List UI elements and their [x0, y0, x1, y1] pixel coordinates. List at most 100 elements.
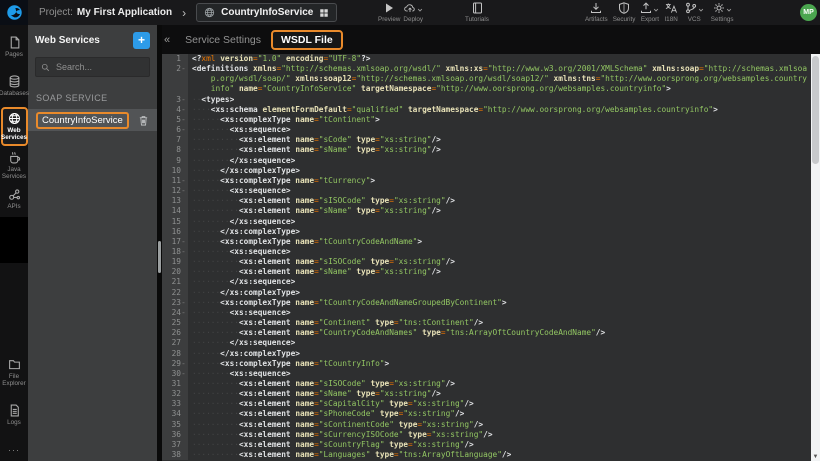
fold-toggle-icon[interactable]: - — [181, 64, 186, 94]
toolbar-button-vcs[interactable]: VCS — [685, 2, 704, 23]
code-text[interactable]: ··········<xs:element name="sCurrencyISO… — [188, 430, 811, 440]
service-search-box[interactable] — [35, 57, 150, 77]
sidebar-item-web-services[interactable]: Web Services — [1, 107, 28, 146]
code-text[interactable]: ······<xs:complexType name="tCurrency"> — [188, 176, 811, 186]
code-text[interactable]: ········<xs:sequence> — [188, 247, 811, 257]
code-text[interactable]: ··········<xs:element name="sISOCode" ty… — [188, 257, 811, 267]
code-line: 10······</xs:complexType> — [162, 166, 811, 176]
scrollbar-arrow-icon[interactable]: ▼ — [811, 454, 820, 460]
code-text[interactable]: ··········<xs:element name="sContinentCo… — [188, 420, 811, 430]
code-text[interactable]: ······<xs:complexType name="tCountryCode… — [188, 298, 811, 308]
active-service-name: CountryInfoService — [221, 7, 313, 18]
code-text[interactable]: ······<xs:complexType name="tCountryCode… — [188, 237, 811, 247]
splitter-handle[interactable] — [158, 241, 161, 273]
toolbar-button-label: Security — [613, 16, 636, 23]
active-service-tab[interactable]: CountryInfoService — [196, 3, 337, 22]
scrollbar-thumb[interactable] — [812, 56, 819, 164]
add-service-button[interactable]: + — [133, 32, 150, 49]
fold-toggle-icon[interactable]: - — [181, 95, 186, 105]
sidebar-item-java-services[interactable]: Java Services — [0, 148, 28, 183]
code-line: 16······</xs:complexType> — [162, 227, 811, 237]
fold-toggle-icon[interactable]: - — [181, 369, 186, 379]
code-text[interactable]: ········</xs:sequence> — [188, 338, 811, 348]
toolbar-button-tutorials[interactable]: Tutorials — [465, 2, 489, 23]
code-text[interactable]: <definitions xmlns="http://schemas.xmlso… — [188, 64, 811, 94]
code-text[interactable]: ··········<xs:element name="sISOCode" ty… — [188, 196, 811, 206]
code-text[interactable]: ··········<xs:element name="sName" type=… — [188, 267, 811, 277]
code-text[interactable]: ····<xs:schema elementFormDefault="quali… — [188, 105, 811, 115]
editor-scrollbar[interactable]: ▼ — [811, 54, 820, 461]
code-text[interactable]: ··········<xs:element name="Continent" t… — [188, 318, 811, 328]
code-text[interactable]: ··········<xs:element name="sCapitalCity… — [188, 399, 811, 409]
code-text[interactable]: ········<xs:sequence> — [188, 308, 811, 318]
code-text[interactable]: ······</xs:complexType> — [188, 227, 811, 237]
code-text[interactable]: ··········<xs:element name="sName" type=… — [188, 389, 811, 399]
toolbar-button-artifacts[interactable]: Artifacts — [585, 2, 608, 23]
app-logo-icon[interactable] — [0, 0, 28, 25]
soap-service-name[interactable]: CountryInfoService — [36, 112, 129, 129]
fold-toggle-icon[interactable]: - — [181, 308, 186, 318]
code-text[interactable]: ······<xs:complexType name="tCountryInfo… — [188, 359, 811, 369]
fold-toggle-icon[interactable]: - — [181, 115, 186, 125]
code-text[interactable]: ··········<xs:element name="sName" type=… — [188, 145, 811, 155]
code-text[interactable]: <?xml version="1.0" encoding="UTF-8"?> — [188, 54, 811, 64]
user-avatar[interactable]: MP — [800, 4, 817, 21]
code-text[interactable]: ········</xs:sequence> — [188, 277, 811, 287]
code-text[interactable]: ········<xs:sequence> — [188, 369, 811, 379]
code-text[interactable]: ········<xs:sequence> — [188, 125, 811, 135]
code-text[interactable]: ········</xs:sequence> — [188, 217, 811, 227]
code-text[interactable]: ······</xs:complexType> — [188, 349, 811, 359]
code-text[interactable]: ··········<xs:element name="sName" type=… — [188, 206, 811, 216]
code-text[interactable]: ········</xs:sequence> — [188, 156, 811, 166]
collapse-panel-icon[interactable]: « — [164, 34, 170, 46]
fold-toggle-icon[interactable]: - — [181, 237, 186, 247]
tab-service-settings[interactable]: Service Settings — [185, 34, 261, 46]
code-text[interactable]: ··········<xs:element name="sCountryFlag… — [188, 440, 811, 450]
fold-spacer — [181, 440, 186, 450]
sidebar-item-label: Databases — [0, 90, 29, 97]
fold-toggle-icon[interactable]: - — [181, 125, 186, 135]
line-number-gutter: 17- — [162, 237, 188, 247]
sidebar-item-apis[interactable]: APIs — [0, 185, 28, 213]
fold-toggle-icon[interactable]: - — [181, 186, 186, 196]
sidebar-item-logs[interactable]: Logs — [0, 401, 28, 429]
code-text[interactable]: ······</xs:complexType> — [188, 166, 811, 176]
sidebar-item-databases[interactable]: Databases — [0, 72, 28, 100]
tab-wsdl-file[interactable]: WSDL File — [271, 30, 343, 50]
code-text[interactable]: ··········<xs:element name="sISOCode" ty… — [188, 379, 811, 389]
toolbar-button-security[interactable]: Security — [613, 2, 636, 23]
fold-toggle-icon[interactable]: - — [181, 247, 186, 257]
sidebar-item-pages[interactable]: Pages — [0, 33, 28, 61]
code-text[interactable]: ······</xs:complexType> — [188, 288, 811, 298]
fold-toggle-icon[interactable]: - — [181, 176, 186, 186]
code-text[interactable]: ··········<xs:element name="sPhoneCode" … — [188, 409, 811, 419]
toolbar-button-preview[interactable]: Preview — [378, 2, 400, 23]
code-text[interactable]: ··········<xs:element name="CountryCodeA… — [188, 328, 811, 338]
code-text[interactable]: ··········<xs:element name="sCode" type=… — [188, 135, 811, 145]
panel-splitter[interactable] — [157, 25, 162, 461]
toolbar-button-label: VCS — [688, 16, 701, 23]
code-text[interactable]: ······<xs:complexType name="tContinent"> — [188, 115, 811, 125]
more-options-icon[interactable]: ··· — [8, 429, 20, 461]
fold-toggle-icon[interactable]: - — [181, 105, 186, 115]
fold-spacer — [181, 379, 186, 389]
upload-icon — [640, 2, 652, 14]
code-text[interactable]: ··········<xs:element name="Languages" t… — [188, 450, 811, 460]
panel-title: Web Services — [35, 35, 133, 46]
grid-icon[interactable] — [319, 8, 329, 18]
line-number-gutter: 10 — [162, 166, 188, 176]
trash-icon[interactable] — [138, 115, 149, 126]
search-input[interactable] — [54, 61, 144, 73]
soap-service-item[interactable]: CountryInfoService — [28, 109, 157, 131]
code-line: 13··········<xs:element name="sISOCode" … — [162, 196, 811, 206]
sidebar-item-file-explorer[interactable]: File Explorer — [0, 355, 28, 390]
fold-toggle-icon[interactable]: - — [181, 298, 186, 308]
toolbar-button-deploy[interactable]: Deploy — [403, 2, 423, 23]
code-text[interactable]: ··<types> — [188, 95, 811, 105]
line-number-gutter: 16 — [162, 227, 188, 237]
toolbar-button-export[interactable]: Export — [640, 2, 659, 23]
toolbar-button-settings[interactable]: Settings — [711, 2, 734, 23]
code-text[interactable]: ········<xs:sequence> — [188, 186, 811, 196]
fold-toggle-icon[interactable]: - — [181, 359, 186, 369]
toolbar-button-i18n[interactable]: I18N — [664, 2, 677, 23]
